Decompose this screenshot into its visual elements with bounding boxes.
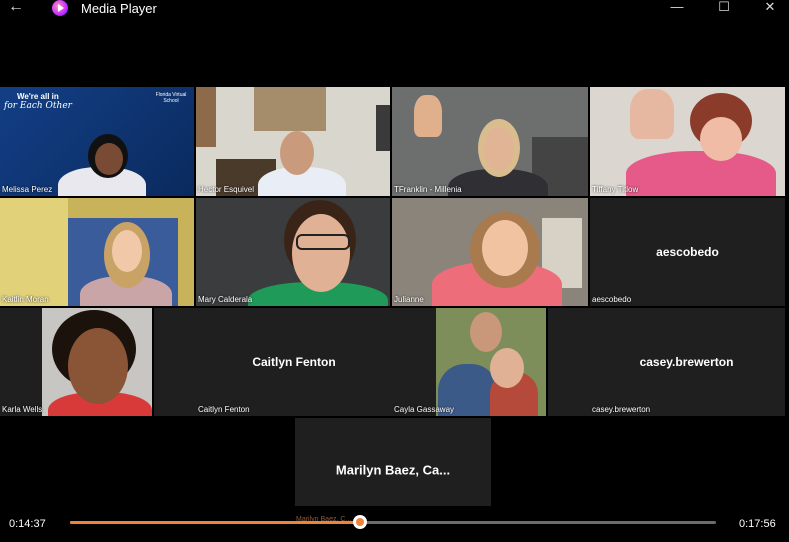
person-1-face xyxy=(470,312,502,352)
participant-name: aescobedo xyxy=(592,295,632,304)
maximize-button[interactable]: ☐ xyxy=(709,0,739,16)
video-tile-hector: Hector Esquivel xyxy=(196,87,390,196)
media-player-logo-icon xyxy=(52,0,68,16)
window-title: Media Player xyxy=(81,1,157,16)
seek-progress xyxy=(70,521,361,524)
participant-placeholder: aescobedo xyxy=(656,245,719,259)
wall xyxy=(0,198,68,306)
video-tile-kaitlin: Kaitlin Moran xyxy=(0,198,194,306)
person-face xyxy=(280,131,314,175)
video-tile-julianne: Julianne xyxy=(392,198,588,306)
video-tile-cayla: Cayla Gassaway xyxy=(392,308,546,416)
person-face xyxy=(482,220,528,276)
person-2-face xyxy=(490,348,524,388)
person-face xyxy=(484,127,514,171)
title-bar: ← Media Player — ☐ ✕ xyxy=(0,0,789,22)
video-tile-tiffany: Tiffany Titlow xyxy=(590,87,785,196)
wall-poster xyxy=(376,105,390,151)
banner-line-1: We're all in xyxy=(17,92,59,101)
video-tile-casey: casey.brewerton casey.brewerton xyxy=(548,308,785,416)
participant-name: Kaitlin Moran xyxy=(2,295,49,304)
school-logo: Florida Virtual School xyxy=(155,92,187,104)
seek-thumb[interactable] xyxy=(353,515,368,529)
participant-name: Cayla Gassaway xyxy=(394,405,455,414)
video-tile-karla: Karla Wells xyxy=(0,308,152,416)
person-face xyxy=(292,214,350,292)
video-tile-mary: Mary Calderala xyxy=(196,198,390,306)
video-tile-aescobedo: aescobedo aescobedo xyxy=(590,198,785,306)
person-face xyxy=(700,117,742,161)
person-face xyxy=(95,143,123,175)
video-tile-melissa: We're all in for Each Other Florida Virt… xyxy=(0,87,194,196)
participant-name: Caitlyn Fenton xyxy=(198,405,250,414)
waving-hand xyxy=(630,89,674,139)
participant-name: Melissa Perez xyxy=(2,185,53,194)
back-arrow-icon[interactable]: ← xyxy=(8,0,26,16)
minimize-button[interactable]: — xyxy=(662,0,692,16)
participant-name: casey.brewerton xyxy=(592,405,651,414)
close-button[interactable]: ✕ xyxy=(755,0,785,16)
person-face xyxy=(112,230,142,272)
participant-name: Karla Wells xyxy=(2,405,43,414)
participant-placeholder: casey.brewerton xyxy=(639,355,734,369)
person-body xyxy=(626,151,776,196)
participant-name: TFranklin - Millenia xyxy=(394,185,462,194)
participant-placeholder: Marilyn Baez, Ca... xyxy=(335,462,451,478)
participant-name: Hector Esquivel xyxy=(198,185,255,194)
total-time: 0:17:56 xyxy=(739,518,776,530)
person-face xyxy=(68,328,128,404)
playback-bar xyxy=(0,506,789,542)
participant-name: Tiffany Titlow xyxy=(592,185,639,194)
wall-frame xyxy=(254,87,326,131)
video-tile-tfranklin: TFranklin - Millenia xyxy=(392,87,588,196)
wall-photos xyxy=(196,87,216,147)
participant-name: Mary Calderala xyxy=(198,295,253,304)
seek-bar[interactable] xyxy=(70,521,716,524)
elapsed-time: 0:14:37 xyxy=(9,518,46,530)
banner-line-2: for Each Other xyxy=(4,101,72,111)
eyeglasses xyxy=(296,234,350,250)
waving-hand xyxy=(414,95,442,137)
participant-name: Julianne xyxy=(394,295,424,304)
